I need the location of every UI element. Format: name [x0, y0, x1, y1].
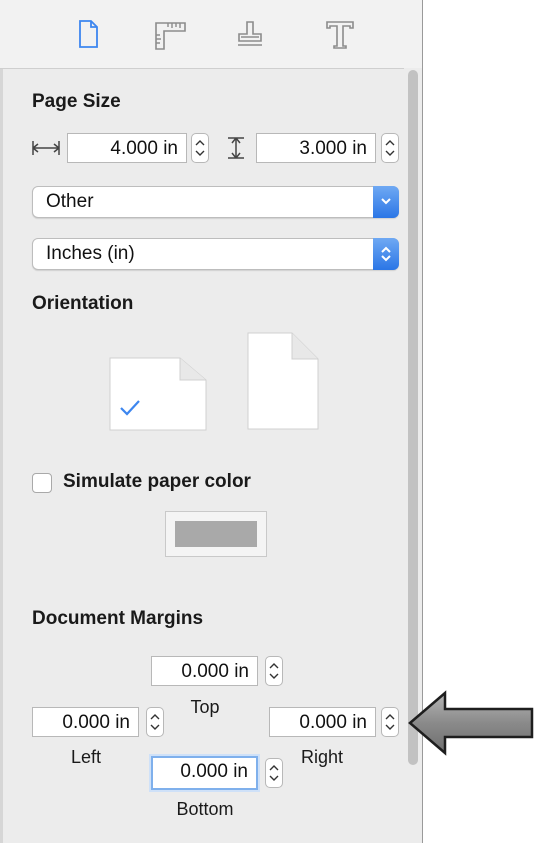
top-margin-label: Top [190, 697, 220, 717]
simulate-paper-color-checkbox[interactable] [32, 473, 52, 493]
units-popup[interactable]: Inches (in) [32, 238, 399, 270]
popup-chevron-button[interactable] [373, 186, 399, 218]
stamp-icon [238, 21, 262, 46]
stepper-arrows-icon [269, 765, 279, 781]
text-icon [326, 21, 354, 49]
page-size-heading: Page Size [32, 91, 121, 112]
inspector-tab-bar [0, 0, 422, 69]
bottom-margin-label: Bottom [176, 799, 234, 819]
annotation-arrow-icon [408, 690, 534, 756]
height-icon [228, 137, 244, 159]
units-popup-label: Inches (in) [46, 243, 135, 264]
tab-ruler[interactable] [150, 14, 190, 54]
document-margins-heading: Document Margins [32, 608, 204, 629]
updown-chevron-icon [381, 246, 391, 262]
stepper-arrows-icon [385, 714, 395, 730]
width-stepper[interactable] [191, 133, 209, 163]
stepper-arrows-icon [150, 714, 160, 730]
popup-updown-button[interactable] [373, 238, 399, 270]
orientation-heading: Orientation [32, 293, 134, 314]
bottom-margin-stepper[interactable] [265, 758, 283, 788]
stepper-arrows-icon [269, 663, 279, 679]
top-margin-stepper[interactable] [265, 656, 283, 686]
width-field[interactable]: 4.000 in [67, 133, 187, 163]
bottom-margin-field[interactable]: 0.000 in [151, 756, 258, 790]
right-margin-field[interactable]: 0.000 in [269, 707, 376, 737]
panel-edge [0, 0, 3, 843]
tab-document[interactable] [68, 14, 108, 54]
chevron-down-icon [381, 198, 391, 205]
paper-size-popup[interactable]: Other [32, 186, 399, 218]
portrait-orientation-option[interactable] [246, 331, 320, 431]
height-stepper[interactable] [381, 133, 399, 163]
stepper-arrows-icon [195, 140, 205, 156]
tab-text[interactable] [320, 14, 360, 54]
left-margin-stepper[interactable] [146, 707, 164, 737]
simulate-paper-color-label: Simulate paper color [63, 471, 251, 492]
width-icon [32, 141, 60, 155]
ruler-icon [155, 22, 186, 50]
stepper-arrows-icon [385, 140, 395, 156]
left-margin-field[interactable]: 0.000 in [32, 707, 139, 737]
right-margin-label: Right [300, 747, 344, 767]
paper-color-swatch [175, 521, 257, 547]
paper-color-well[interactable] [165, 511, 267, 557]
document-inspector-panel: Page Size 4.000 in 3.000 in Other Inches… [0, 0, 423, 843]
left-margin-label: Left [70, 747, 102, 767]
height-field[interactable]: 3.000 in [256, 133, 376, 163]
document-icon [79, 20, 98, 48]
paper-size-popup-label: Other [46, 191, 94, 212]
top-margin-field[interactable]: 0.000 in [151, 656, 258, 686]
right-margin-stepper[interactable] [381, 707, 399, 737]
tab-stamp[interactable] [230, 14, 270, 54]
scrollbar-thumb[interactable] [408, 70, 418, 765]
landscape-orientation-option[interactable] [108, 356, 208, 432]
